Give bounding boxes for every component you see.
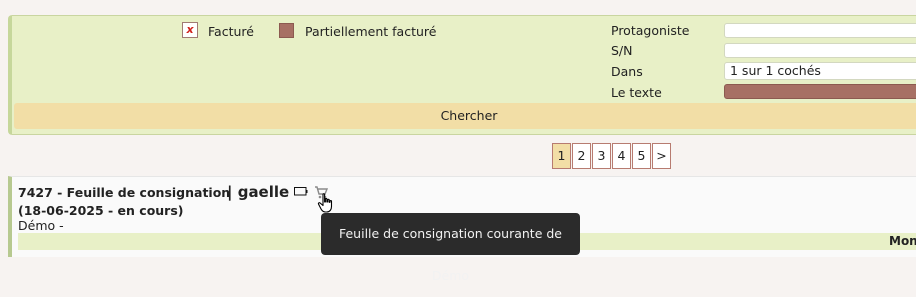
record-client: Démo - (18, 218, 64, 233)
sn-label: S/N (611, 43, 633, 58)
partially-invoiced-label: Partiellement facturé (305, 24, 437, 39)
page-2-button[interactable]: 2 (572, 143, 591, 169)
in-label: Dans (611, 64, 643, 79)
page-1-button[interactable]: 1 (552, 143, 571, 169)
record-right-label: Mon (889, 234, 916, 248)
page-5-button[interactable]: 5 (632, 143, 651, 169)
record-user: | gaelle (227, 183, 290, 201)
next-page-button[interactable]: > (652, 143, 671, 169)
partially-invoiced-color-swatch[interactable] (279, 23, 294, 38)
invoiced-checkbox[interactable]: x (182, 22, 198, 38)
page-3-button[interactable]: 3 (592, 143, 611, 169)
text-input[interactable] (724, 84, 916, 99)
protagonist-label: Protagoniste (611, 23, 690, 38)
battery-icon (294, 187, 308, 196)
text-label: Le texte (611, 85, 662, 100)
search-button[interactable]: Chercher (14, 103, 916, 129)
sn-input[interactable] (724, 43, 916, 58)
in-select[interactable]: 1 sur 1 cochés (724, 62, 916, 80)
checked-x-icon: x (186, 23, 194, 36)
cart-tooltip: Feuille de consignation courante de Démo (321, 213, 580, 283)
record-title[interactable]: 7427 - Feuille de consignation (18, 185, 230, 200)
invoiced-label: Facturé (208, 24, 254, 39)
pagination: 1 2 3 4 5 > (552, 143, 672, 169)
record-date-status: (18-06-2025 - en cours) (18, 203, 184, 218)
protagonist-input[interactable] (724, 23, 916, 38)
in-select-value: 1 sur 1 cochés (730, 63, 821, 78)
page-4-button[interactable]: 4 (612, 143, 631, 169)
